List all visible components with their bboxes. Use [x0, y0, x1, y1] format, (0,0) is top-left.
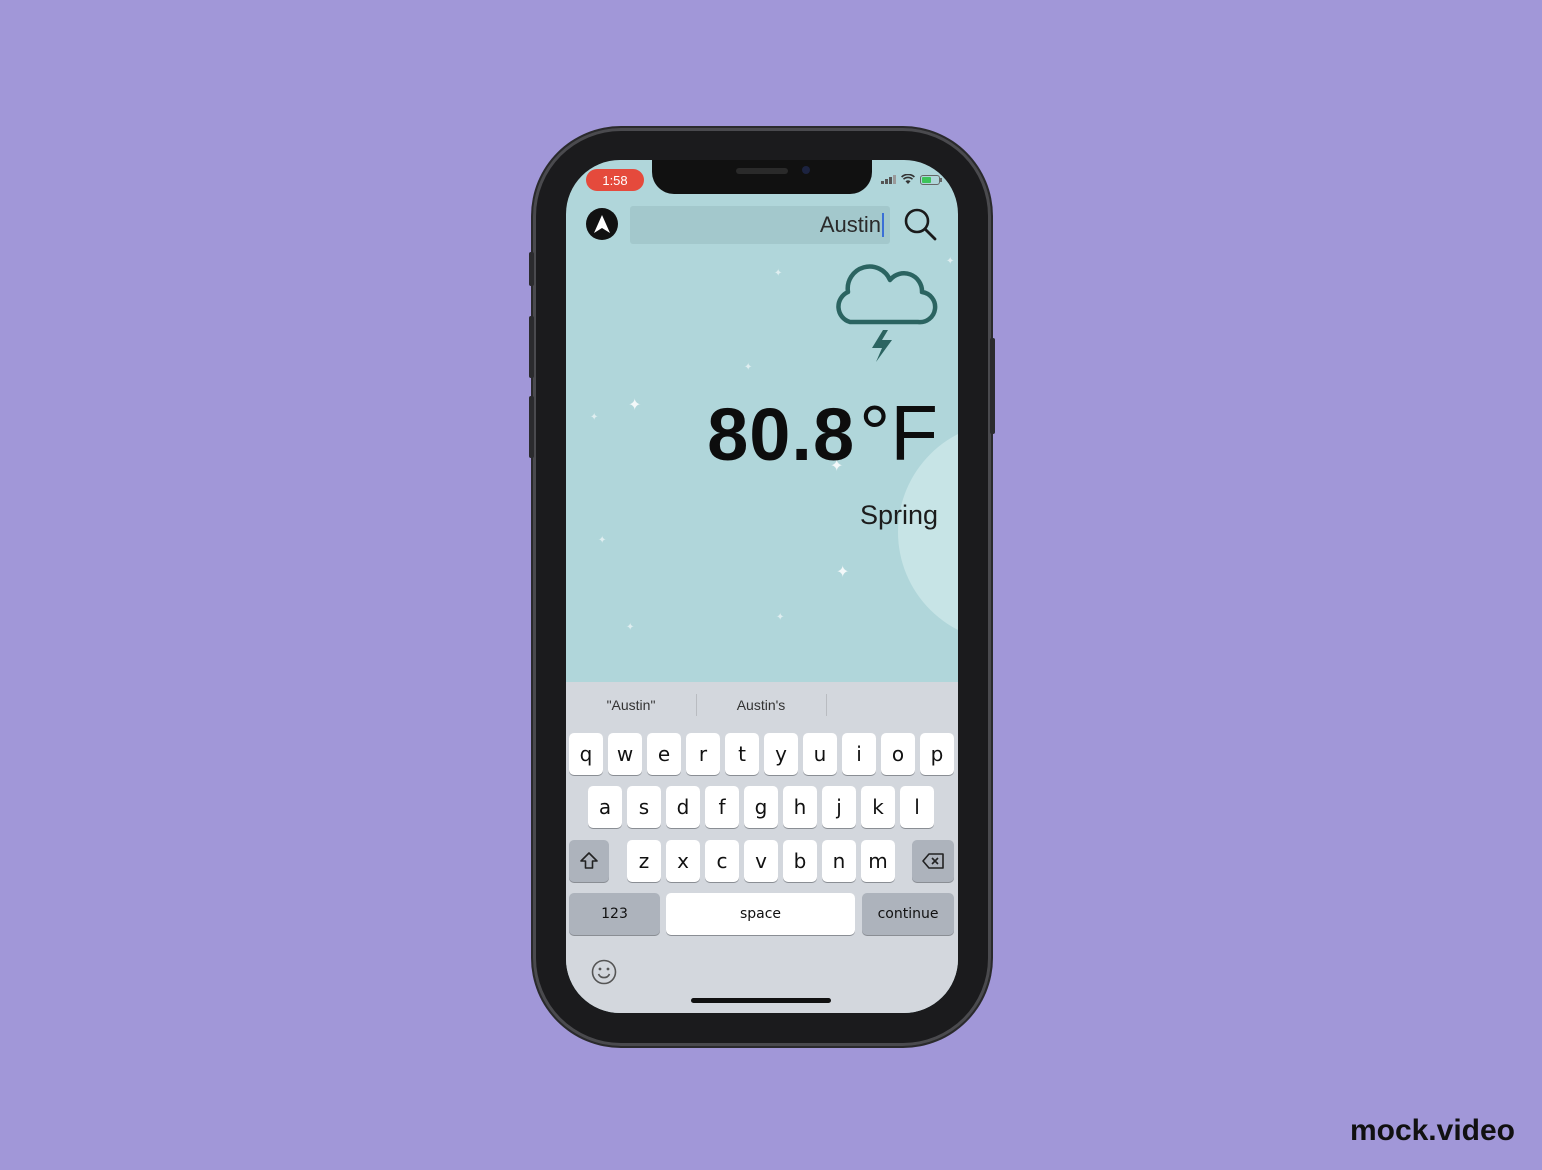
key[interactable]: m: [861, 840, 895, 882]
phone-screen: 1:58 ✦ ✦ ✦ ✦ ✦ ✦ ✦ ✦ ✦ ✦ Austin 80.8 °F …: [566, 160, 958, 1013]
temperature-unit: °F: [859, 389, 938, 477]
key[interactable]: d: [666, 786, 700, 828]
sparkle-icon: ✦: [776, 612, 785, 623]
search-query-text: Austin: [819, 212, 881, 237]
key[interactable]: v: [744, 840, 778, 882]
key[interactable]: k: [861, 786, 895, 828]
shift-key[interactable]: [569, 840, 609, 882]
suggestion-item[interactable]: "Austin": [566, 682, 696, 728]
key[interactable]: p: [920, 733, 954, 775]
sparkle-icon: ✦: [590, 412, 599, 423]
location-button[interactable]: [586, 208, 618, 240]
suggestion-item[interactable]: Austin's: [696, 682, 826, 728]
key[interactable]: q: [569, 733, 603, 775]
front-camera: [802, 166, 810, 174]
battery-icon: [920, 174, 942, 185]
text-cursor: [882, 213, 884, 237]
key[interactable]: j: [822, 786, 856, 828]
key[interactable]: x: [666, 840, 700, 882]
numbers-key[interactable]: 123: [569, 893, 660, 935]
power-button: [990, 338, 995, 434]
sparkle-icon: ✦: [744, 362, 753, 373]
temperature-value: 80.8: [707, 393, 856, 476]
wifi-icon: [901, 174, 915, 184]
city-search-input[interactable]: Austin: [630, 206, 890, 244]
key[interactable]: b: [783, 840, 817, 882]
key[interactable]: i: [842, 733, 876, 775]
volume-down-button: [529, 396, 534, 458]
navigation-arrow-icon: [594, 215, 610, 233]
signal-icon: [881, 175, 896, 184]
sparkle-icon: ✦: [836, 564, 850, 581]
key[interactable]: s: [627, 786, 661, 828]
key[interactable]: a: [588, 786, 622, 828]
status-icons: [881, 174, 942, 185]
volume-up-button: [529, 316, 534, 378]
key[interactable]: e: [647, 733, 681, 775]
space-key[interactable]: space: [666, 893, 855, 935]
key[interactable]: h: [783, 786, 817, 828]
watermark-logo: mock.video: [1349, 1114, 1515, 1147]
key[interactable]: r: [686, 733, 720, 775]
emoji-icon: [591, 959, 617, 985]
search-button[interactable]: [902, 206, 940, 244]
key[interactable]: u: [803, 733, 837, 775]
key[interactable]: z: [627, 840, 661, 882]
season-label: Spring: [859, 500, 938, 530]
sparkle-icon: ✦: [628, 397, 642, 414]
key[interactable]: t: [725, 733, 759, 775]
key[interactable]: n: [822, 840, 856, 882]
backspace-key[interactable]: [912, 840, 954, 882]
sparkle-icon: ✦: [598, 535, 607, 546]
notch: [652, 160, 872, 194]
backspace-icon: [922, 853, 944, 869]
key[interactable]: l: [900, 786, 934, 828]
key[interactable]: w: [608, 733, 642, 775]
home-indicator[interactable]: [691, 998, 831, 1003]
key[interactable]: g: [744, 786, 778, 828]
sparkle-icon: ✦: [774, 268, 783, 279]
sparkle-icon: ✦: [946, 256, 955, 267]
onscreen-keyboard: "Austin" Austin's q w e r t y u i o p a …: [566, 682, 958, 1013]
continue-key[interactable]: continue: [862, 893, 954, 935]
sparkle-icon: ✦: [626, 622, 635, 633]
key[interactable]: y: [764, 733, 798, 775]
key[interactable]: o: [881, 733, 915, 775]
search-icon: [904, 208, 937, 241]
mute-switch: [529, 252, 534, 286]
emoji-button[interactable]: [590, 958, 618, 986]
temperature-display: 80.8 °F: [707, 388, 938, 479]
status-time: 1:58: [586, 169, 644, 191]
cloud-lightning-icon: [828, 256, 938, 366]
suggestion-item[interactable]: [826, 682, 956, 728]
suggestion-bar: "Austin" Austin's: [566, 682, 958, 728]
key[interactable]: f: [705, 786, 739, 828]
shift-icon: [580, 852, 598, 869]
key[interactable]: c: [705, 840, 739, 882]
speaker: [736, 168, 788, 174]
